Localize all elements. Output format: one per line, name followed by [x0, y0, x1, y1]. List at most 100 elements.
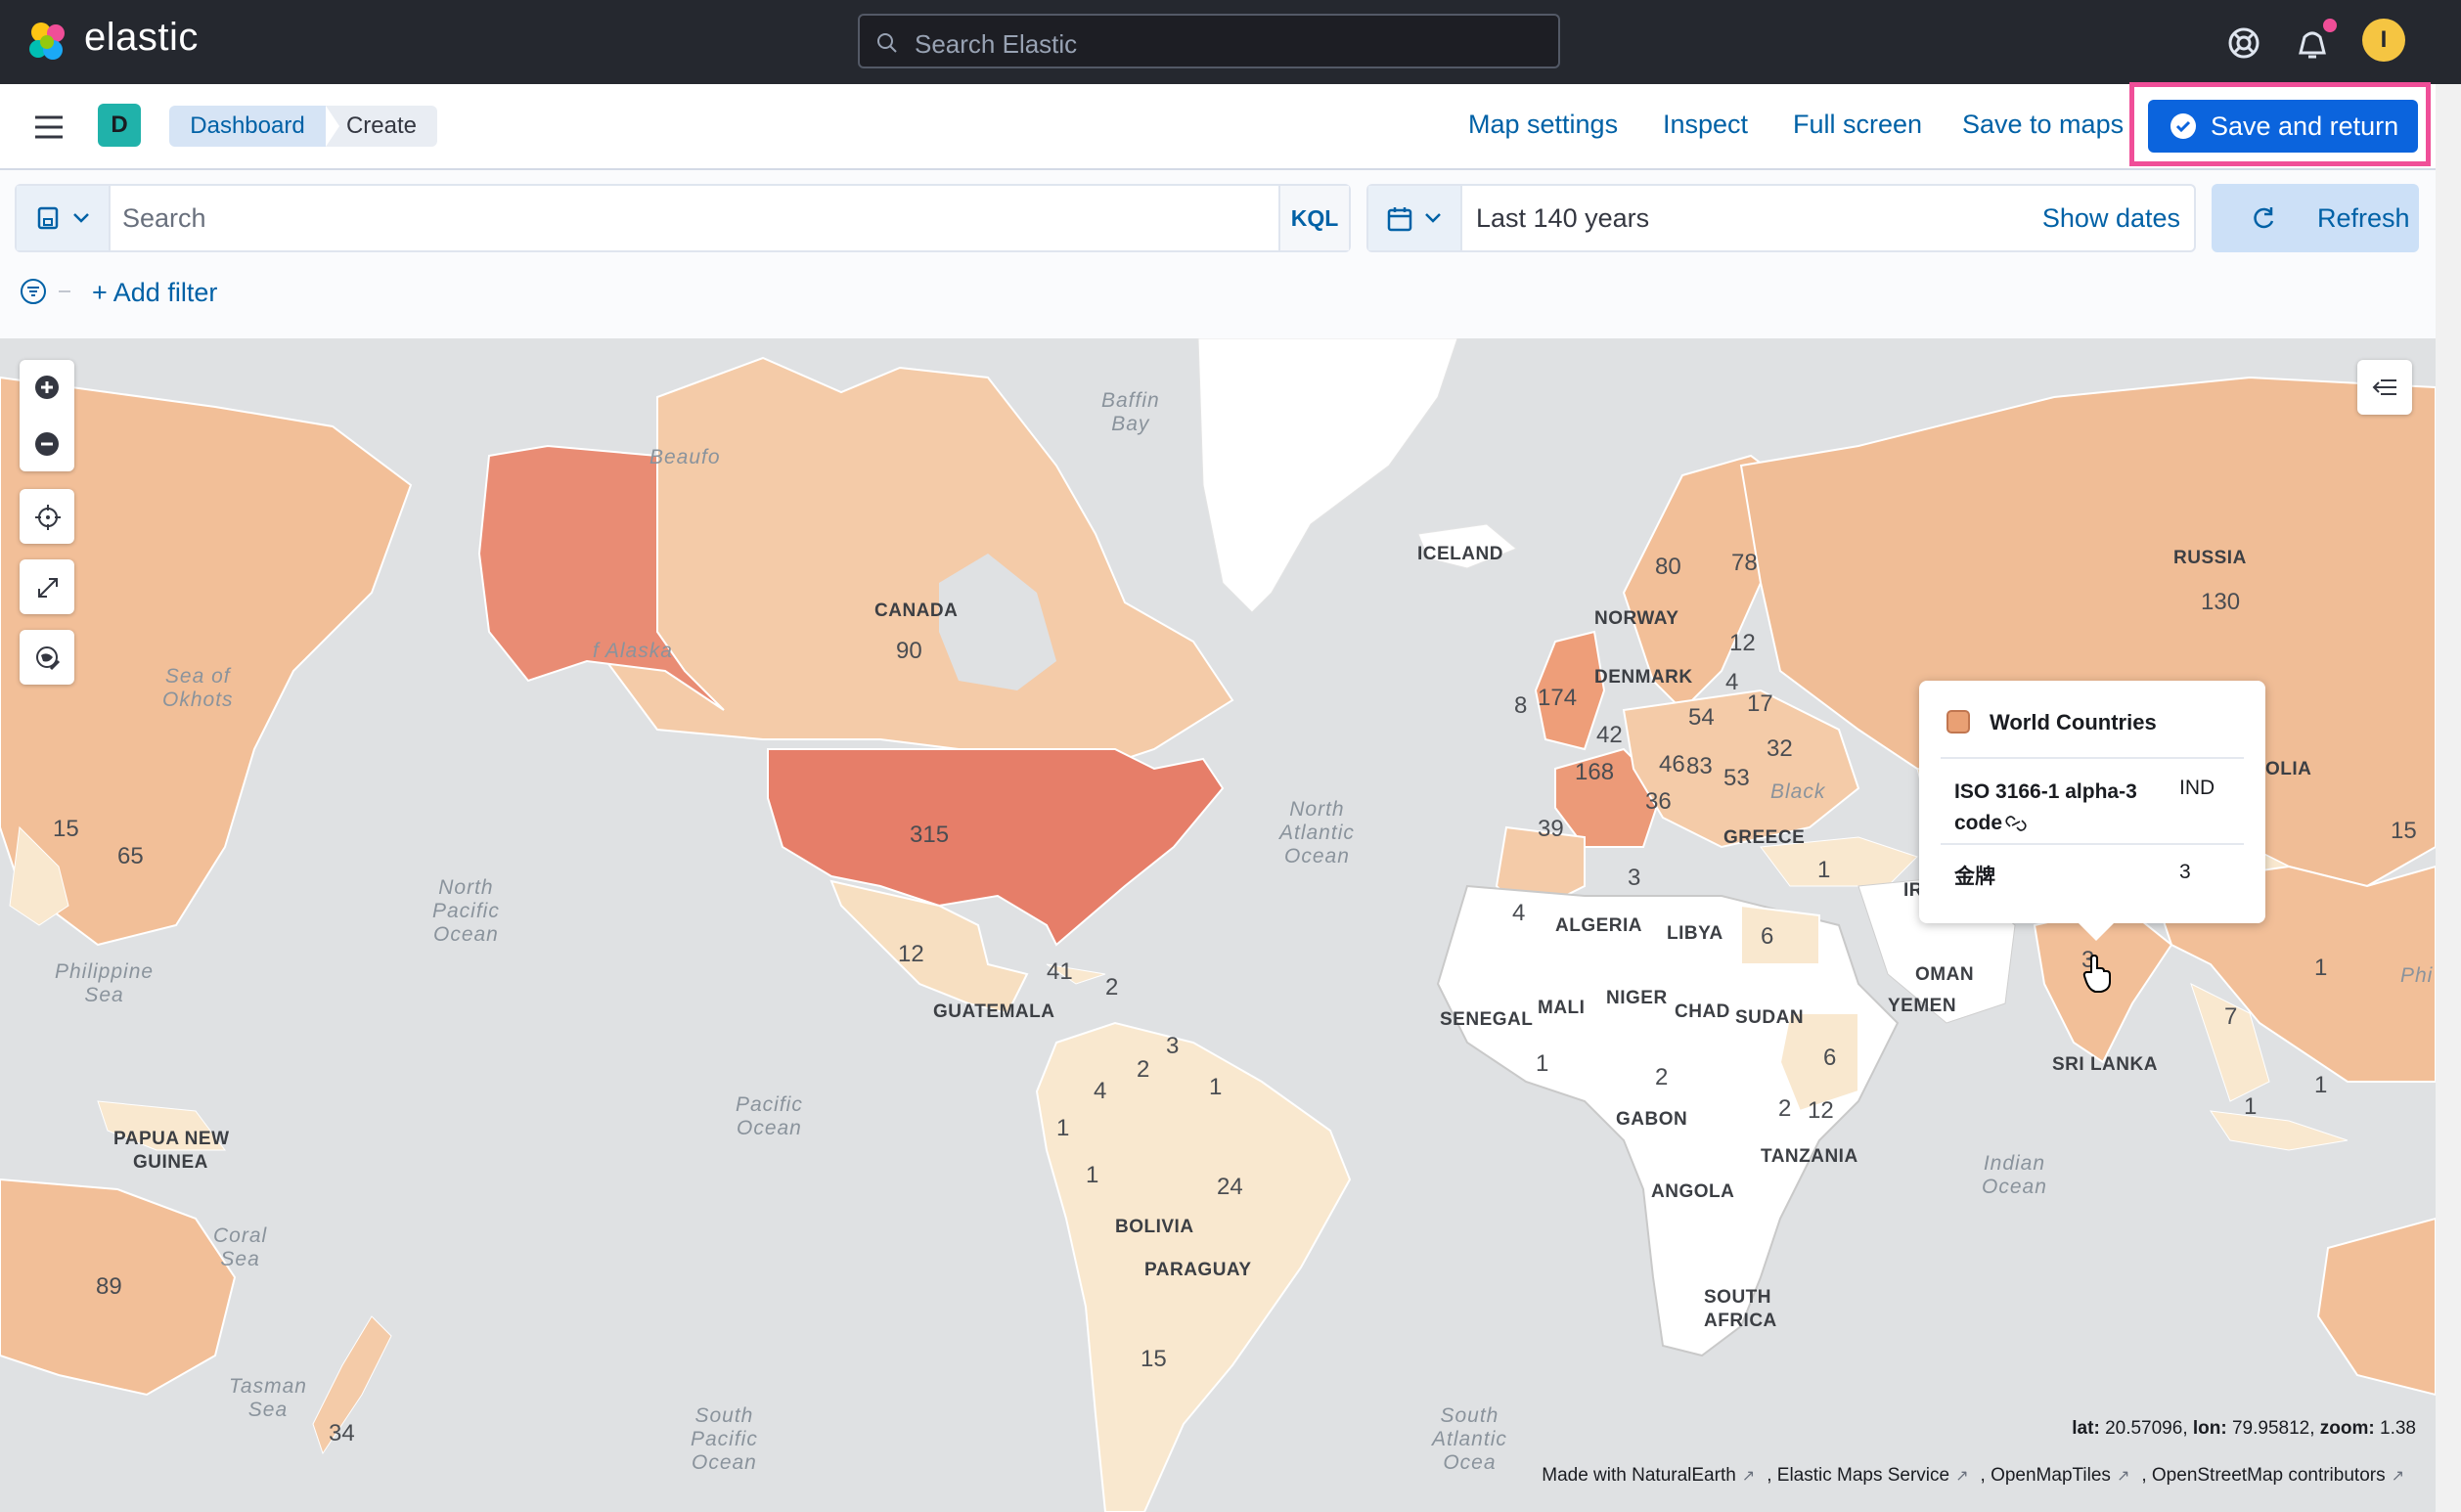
- tooltip-pointer: [2077, 921, 2116, 941]
- country-value: 80: [1655, 554, 1681, 580]
- country-value: 17: [1747, 690, 1773, 717]
- time-range-label[interactable]: Last 140 years: [1476, 203, 1649, 234]
- help-icon[interactable]: [2222, 22, 2265, 65]
- country-label: AFRICA: [1704, 1311, 1777, 1331]
- save-to-maps-link[interactable]: Save to maps: [1962, 110, 2124, 140]
- country-value: 1: [2244, 1093, 2258, 1120]
- country-value: 42: [1596, 722, 1623, 748]
- country-label: GREECE: [1723, 827, 1806, 848]
- country-value: 32: [1767, 735, 1793, 762]
- brand-name: elastic: [84, 16, 199, 59]
- set-view-button[interactable]: [20, 489, 74, 544]
- globe-pencil-icon: [36, 646, 61, 671]
- fit-to-data-button[interactable]: [20, 559, 74, 614]
- country-label: ALGERIA: [1555, 915, 1642, 936]
- kql-toggle-button[interactable]: KQL: [1278, 186, 1349, 250]
- show-dates-link[interactable]: Show dates: [2042, 203, 2180, 234]
- refresh-icon: [2254, 207, 2274, 229]
- divider: [1941, 757, 2244, 759]
- zoom-out-icon[interactable]: [33, 430, 61, 458]
- full-screen-link[interactable]: Full screen: [1793, 110, 1922, 140]
- country-label: PAPUA NEW: [113, 1129, 230, 1149]
- legend-toggle-button[interactable]: [2357, 360, 2412, 415]
- country-value: 1: [1086, 1162, 1099, 1188]
- menu-left-icon: [2372, 379, 2396, 395]
- elastic-logo[interactable]: [25, 20, 70, 65]
- country-value: 36: [1645, 788, 1672, 815]
- global-search-input[interactable]: Search Elastic: [858, 14, 1560, 68]
- country-label: MALI: [1538, 998, 1586, 1018]
- ocean-label: Tasman Sea: [229, 1375, 307, 1421]
- quick-menu-button[interactable]: [1368, 186, 1462, 250]
- country-value: 78: [1731, 550, 1758, 576]
- zoom-in-icon[interactable]: [33, 374, 61, 401]
- ocean-label: Coral Sea: [213, 1224, 268, 1270]
- attribution-link[interactable]: Made with NaturalEarth: [1542, 1465, 1736, 1486]
- query-input[interactable]: Search: [122, 203, 206, 234]
- indonesia-shape: [2209, 1110, 2349, 1151]
- country-label: DENMARK: [1594, 667, 1693, 688]
- usa-shape: [767, 748, 1225, 947]
- notification-badge: [2323, 19, 2337, 32]
- country-label: RUSSIA: [2173, 548, 2247, 568]
- ocean-label: Indian Ocean: [1982, 1152, 2047, 1198]
- tooltip-field-label: ISO 3166-1 alpha-3 code: [1954, 780, 2137, 834]
- tooltip-layer-name: World Countries: [1990, 710, 2157, 734]
- country-value: 2: [1105, 974, 1119, 1001]
- country-value: 24: [1217, 1174, 1243, 1200]
- country-label: YEMEN: [1888, 996, 1957, 1016]
- country-value: 65: [117, 843, 144, 869]
- country-value: 4: [1725, 669, 1739, 695]
- breadcrumb-dashboard[interactable]: Dashboard: [169, 106, 326, 147]
- ocean-label: Sea of Okhots: [162, 665, 234, 711]
- country-value: 130: [2201, 589, 2241, 615]
- country-value: 12: [1808, 1097, 1834, 1124]
- country-value: 8: [1514, 692, 1528, 719]
- ocean-label: South Atlantic Ocea: [1432, 1404, 1507, 1474]
- check-circle-icon: [2170, 113, 2196, 139]
- country-value: 168: [1575, 759, 1615, 785]
- hamburger-menu-icon[interactable]: [29, 108, 68, 147]
- country-value: 3: [1166, 1033, 1180, 1059]
- calendar-icon: [1387, 207, 1412, 232]
- country-value: 83: [1686, 753, 1713, 779]
- space-avatar[interactable]: D: [98, 104, 141, 147]
- add-filter-button[interactable]: + Add filter: [92, 278, 217, 308]
- page-scrollbar[interactable]: [2436, 84, 2461, 1512]
- country-label: SRI LANKA: [2052, 1054, 2158, 1075]
- country-label: ANGOLA: [1651, 1181, 1735, 1202]
- crosshair-icon: [35, 505, 61, 530]
- save-and-return-button[interactable]: Save and return: [2148, 100, 2418, 153]
- country-value: 4: [1094, 1078, 1107, 1104]
- country-value: 7: [2224, 1003, 2238, 1030]
- refresh-button[interactable]: Refresh: [2212, 184, 2419, 252]
- saved-query-menu-button[interactable]: [17, 186, 111, 250]
- attribution-link[interactable]: OpenMapTiles: [1991, 1465, 2111, 1486]
- ocean-label: North Atlantic Ocean: [1279, 798, 1355, 867]
- draw-tools-button[interactable]: [20, 630, 74, 685]
- map-canvas[interactable]: CANADA RUSSIA ICELAND DENMARK NORWAY GRE…: [0, 338, 2436, 1512]
- country-label: LIBYA: [1667, 923, 1723, 944]
- attribution-link[interactable]: Elastic Maps Service: [1777, 1465, 1949, 1486]
- ocean-label: Baffin Bay: [1101, 389, 1160, 435]
- country-value: 15: [53, 816, 79, 842]
- egypt-shape: [1740, 904, 1820, 965]
- map-settings-link[interactable]: Map settings: [1468, 110, 1618, 140]
- country-value: 1: [1209, 1074, 1223, 1100]
- country-label: NORWAY: [1594, 608, 1679, 629]
- filter-menu-icon[interactable]: [20, 278, 74, 305]
- country-value: 3: [1628, 865, 1641, 891]
- attribution-link[interactable]: OpenStreetMap contributors: [2152, 1465, 2386, 1486]
- country-value: 6: [1761, 923, 1774, 950]
- country-value: 4: [1512, 900, 1526, 926]
- global-header: elastic Search Elastic I: [0, 0, 2461, 84]
- time-picker: Last 140 years Show dates: [1366, 184, 2196, 252]
- country-label: OMAN: [1915, 964, 1975, 985]
- country-label: OLIA: [2265, 759, 2312, 779]
- country-label: SOUTH: [1704, 1287, 1771, 1308]
- user-avatar[interactable]: I: [2362, 19, 2405, 62]
- ocean-label: North Pacific Ocean: [432, 876, 500, 946]
- country-value: 174: [1538, 685, 1578, 711]
- inspect-link[interactable]: Inspect: [1663, 110, 1748, 140]
- country-value: 41: [1047, 958, 1073, 985]
